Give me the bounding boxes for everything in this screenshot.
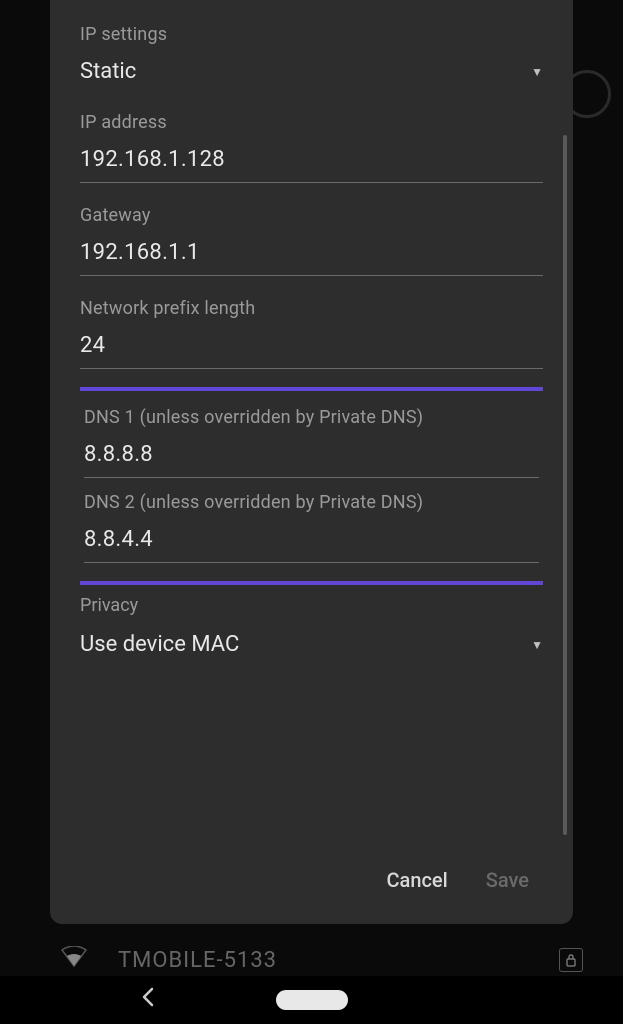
android-nav-bar: [0, 976, 623, 1024]
network-settings-dialog: IP settings Static ▼ IP address 192.168.…: [50, 0, 573, 924]
privacy-select[interactable]: Use device MAC ▼: [80, 632, 543, 657]
wifi-list-item: TMOBILE-5133: [60, 946, 583, 974]
gateway-field[interactable]: Gateway 192.168.1.1: [80, 201, 543, 276]
gateway-input[interactable]: 192.168.1.1: [80, 240, 543, 276]
chevron-down-icon: ▼: [531, 638, 543, 652]
cancel-button[interactable]: Cancel: [383, 860, 452, 900]
dns2-input[interactable]: 8.8.4.4: [84, 527, 539, 563]
privacy-value: Use device MAC: [80, 632, 239, 657]
dns1-input[interactable]: 8.8.8.8: [84, 442, 539, 478]
privacy-field[interactable]: Privacy Use device MAC ▼: [80, 595, 543, 657]
chevron-down-icon: ▼: [531, 65, 543, 79]
ip-settings-label: IP settings: [80, 24, 543, 45]
save-button[interactable]: Save: [482, 860, 533, 900]
back-icon[interactable]: [140, 987, 156, 1013]
home-pill[interactable]: [276, 990, 348, 1010]
ip-settings-value: Static: [80, 59, 136, 84]
lock-icon: [559, 948, 583, 972]
ip-settings-field[interactable]: IP settings Static ▼: [80, 20, 543, 90]
dialog-actions: Cancel Save: [80, 842, 543, 914]
dns2-field[interactable]: DNS 2 (unless overridden by Private DNS)…: [84, 488, 539, 563]
ip-settings-select[interactable]: Static ▼: [80, 59, 543, 90]
dialog-scrollbar[interactable]: [563, 135, 567, 835]
ip-address-label: IP address: [80, 112, 543, 133]
gateway-label: Gateway: [80, 205, 543, 226]
dns2-label: DNS 2 (unless overridden by Private DNS): [84, 492, 539, 513]
wifi-signal-icon: [60, 946, 88, 974]
wifi-name-label: TMOBILE-5133: [118, 948, 277, 973]
ip-address-input[interactable]: 192.168.1.128: [80, 147, 543, 183]
prefix-label: Network prefix length: [80, 298, 543, 319]
dns-highlight-box: DNS 1 (unless overridden by Private DNS)…: [80, 387, 543, 585]
prefix-field[interactable]: Network prefix length 24: [80, 294, 543, 369]
privacy-label: Privacy: [80, 595, 543, 616]
dns1-label: DNS 1 (unless overridden by Private DNS): [84, 407, 539, 428]
dns1-field[interactable]: DNS 1 (unless overridden by Private DNS)…: [84, 403, 539, 478]
ip-address-field[interactable]: IP address 192.168.1.128: [80, 108, 543, 183]
prefix-input[interactable]: 24: [80, 333, 543, 369]
dialog-content: IP settings Static ▼ IP address 192.168.…: [80, 20, 543, 842]
